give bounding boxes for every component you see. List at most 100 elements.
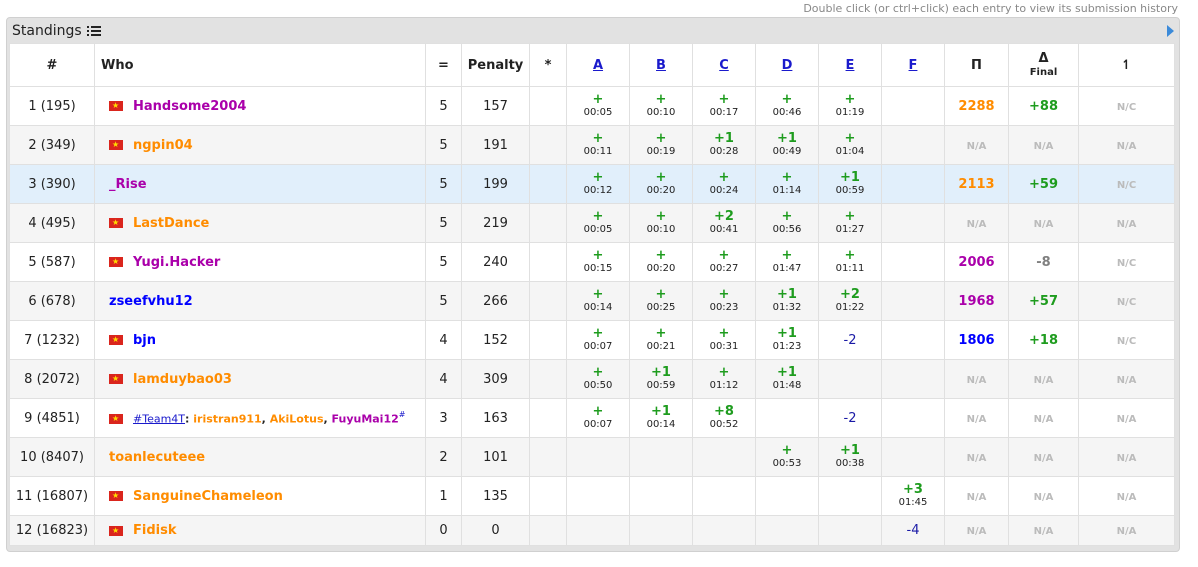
- problem-a-cell[interactable]: +00:50: [566, 359, 630, 399]
- problem-d-cell[interactable]: +1 01:48: [755, 359, 819, 399]
- user-name[interactable]: zseefvhu12: [109, 294, 193, 309]
- user-name[interactable]: Handsome2004: [133, 99, 246, 114]
- table-row[interactable]: 2 (349)ngpin045191+00:11+00:19+100:28+10…: [9, 125, 1175, 165]
- table-row[interactable]: 9 (4851)#Team4T: iristran911, AkiLotus, …: [9, 398, 1175, 438]
- who-cell[interactable]: ngpin04: [94, 125, 426, 165]
- problem-b-cell[interactable]: +1 00:59: [629, 359, 693, 399]
- list-icon[interactable]: [86, 25, 101, 37]
- problem-e-cell[interactable]: +2 01:22: [818, 281, 882, 321]
- problem-e-cell[interactable]: +01:27: [818, 203, 882, 243]
- problem-e-cell[interactable]: +1 00:59: [818, 164, 882, 204]
- problem-b-cell[interactable]: +00:10: [629, 86, 693, 126]
- table-row[interactable]: 11 (16807) SanguineChameleon 1135 +301:45 N/…: [9, 476, 1175, 516]
- problem-e-cell[interactable]: +01:19: [818, 86, 882, 126]
- problem-f-link[interactable]: F: [909, 58, 918, 73]
- who-cell[interactable]: Fidisk: [94, 515, 426, 546]
- problem-d-cell[interactable]: +01:47: [755, 242, 819, 282]
- problem-c-link[interactable]: C: [719, 58, 729, 73]
- problem-a-cell[interactable]: +00:07: [566, 320, 630, 360]
- problem-d-cell[interactable]: +1 01:32: [755, 281, 819, 321]
- problem-d-link[interactable]: D: [782, 58, 793, 73]
- problem-e-cell[interactable]: +01:04: [818, 125, 882, 165]
- user-name[interactable]: bjn: [133, 333, 156, 348]
- problem-d-cell[interactable]: +1 00:49: [755, 125, 819, 165]
- team-member[interactable]: AkiLotus: [270, 412, 324, 425]
- problem-e-cell[interactable]: +1 00:38: [818, 437, 882, 477]
- table-row[interactable]: 8 (2072)lamduybao034309+00:50+100:59+01:…: [9, 359, 1175, 399]
- problem-c-cell[interactable]: +01:12: [692, 359, 756, 399]
- problem-f-cell[interactable]: +3 01:45: [881, 476, 945, 516]
- problem-c-cell[interactable]: +1 00:28: [692, 125, 756, 165]
- user-name[interactable]: lamduybao03: [133, 372, 232, 387]
- problem-e-link[interactable]: E: [846, 58, 855, 73]
- table-row[interactable]: 3 (390) _Rise 5 199 +00:12 +00:20 +00:24 +01:14…: [9, 164, 1175, 204]
- team-member[interactable]: FuyuMai12: [332, 412, 399, 425]
- user-name[interactable]: LastDance: [133, 216, 209, 231]
- problem-a-cell[interactable]: +00:05: [566, 203, 630, 243]
- user-name[interactable]: Fidisk: [133, 523, 176, 538]
- problem-a-cell[interactable]: +00:11: [566, 125, 630, 165]
- problem-c-cell[interactable]: +00:27: [692, 242, 756, 282]
- table-row[interactable]: 12 (16823) Fidisk 00 -4 N/A N/A N/A: [9, 515, 1175, 546]
- problem-b-link[interactable]: B: [656, 58, 666, 73]
- user-name[interactable]: ngpin04: [133, 138, 193, 153]
- who-cell[interactable]: #Team4T: iristran911, AkiLotus, FuyuMai1…: [94, 398, 426, 438]
- problem-e-cell[interactable]: -2: [818, 320, 882, 360]
- user-name[interactable]: SanguineChameleon: [133, 489, 283, 504]
- problem-f-cell[interactable]: -4: [881, 515, 945, 546]
- table-row[interactable]: 7 (1232)bjn4152+00:07+00:21+00:31+101:23…: [9, 320, 1175, 360]
- problem-c-cell[interactable]: +8 00:52: [692, 398, 756, 438]
- problem-c-cell[interactable]: +00:24: [692, 164, 756, 204]
- problem-b-cell[interactable]: +00:19: [629, 125, 693, 165]
- problem-b-cell[interactable]: +00:20: [629, 164, 693, 204]
- table-row[interactable]: 6 (678) zseefvhu12 5 266 +00:14 +00:25 +00:23 +…: [9, 281, 1175, 321]
- problem-a-cell[interactable]: +00:12: [566, 164, 630, 204]
- who-cell[interactable]: Yugi.Hacker: [94, 242, 426, 282]
- problem-d-cell[interactable]: +01:14: [755, 164, 819, 204]
- table-row[interactable]: 5 (587)Yugi.Hacker5240+00:15+00:20+00:27…: [9, 242, 1175, 282]
- problem-c-cell[interactable]: +00:23: [692, 281, 756, 321]
- user-name[interactable]: Yugi.Hacker: [133, 255, 220, 270]
- problem-b-cell[interactable]: +00:10: [629, 203, 693, 243]
- team-member[interactable]: iristran911: [193, 412, 261, 425]
- problem-a-cell[interactable]: +00:14: [566, 281, 630, 321]
- problem-a-cell[interactable]: +00:07: [566, 398, 630, 438]
- who-cell[interactable]: bjn: [94, 320, 426, 360]
- col-problem-a[interactable]: A: [566, 43, 630, 87]
- table-row[interactable]: 1 (195)Handsome20045157+00:05+00:10+00:1…: [9, 86, 1175, 126]
- user-name[interactable]: _Rise: [109, 177, 147, 192]
- problem-c-cell[interactable]: +2 00:41: [692, 203, 756, 243]
- problem-b-cell[interactable]: +1 00:14: [629, 398, 693, 438]
- col-problem-d[interactable]: D: [755, 43, 819, 87]
- problem-d-cell[interactable]: +00:56: [755, 203, 819, 243]
- problem-b-cell[interactable]: +00:21: [629, 320, 693, 360]
- team-link[interactable]: #Team4T: [133, 412, 185, 425]
- problem-b-cell[interactable]: +00:25: [629, 281, 693, 321]
- who-cell[interactable]: SanguineChameleon: [94, 476, 426, 516]
- who-cell[interactable]: zseefvhu12: [94, 281, 426, 321]
- team-mark[interactable]: #: [399, 410, 406, 419]
- user-name[interactable]: toanlecuteee: [109, 450, 205, 465]
- problem-b-cell[interactable]: +00:20: [629, 242, 693, 282]
- who-cell[interactable]: LastDance: [94, 203, 426, 243]
- problem-c-cell[interactable]: +00:31: [692, 320, 756, 360]
- problem-a-cell[interactable]: +00:15: [566, 242, 630, 282]
- problem-e-cell[interactable]: +01:11: [818, 242, 882, 282]
- who-cell[interactable]: _Rise: [94, 164, 426, 204]
- problem-d-cell[interactable]: +00:46: [755, 86, 819, 126]
- col-problem-f[interactable]: F: [881, 43, 945, 87]
- problem-d-cell[interactable]: +00:53: [755, 437, 819, 477]
- col-problem-c[interactable]: C: [692, 43, 756, 87]
- who-cell[interactable]: toanlecuteee: [94, 437, 426, 477]
- problem-a-link[interactable]: A: [593, 58, 603, 73]
- problem-a-cell[interactable]: +00:05: [566, 86, 630, 126]
- expand-arrow-icon[interactable]: [1167, 25, 1174, 37]
- table-row[interactable]: 4 (495)LastDance5219+00:05+00:10+200:41+…: [9, 203, 1175, 243]
- problem-e-cell[interactable]: -2: [818, 398, 882, 438]
- col-problem-b[interactable]: B: [629, 43, 693, 87]
- col-problem-e[interactable]: E: [818, 43, 882, 87]
- problem-c-cell[interactable]: +00:17: [692, 86, 756, 126]
- who-cell[interactable]: lamduybao03: [94, 359, 426, 399]
- problem-d-cell[interactable]: +1 01:23: [755, 320, 819, 360]
- who-cell[interactable]: Handsome2004: [94, 86, 426, 126]
